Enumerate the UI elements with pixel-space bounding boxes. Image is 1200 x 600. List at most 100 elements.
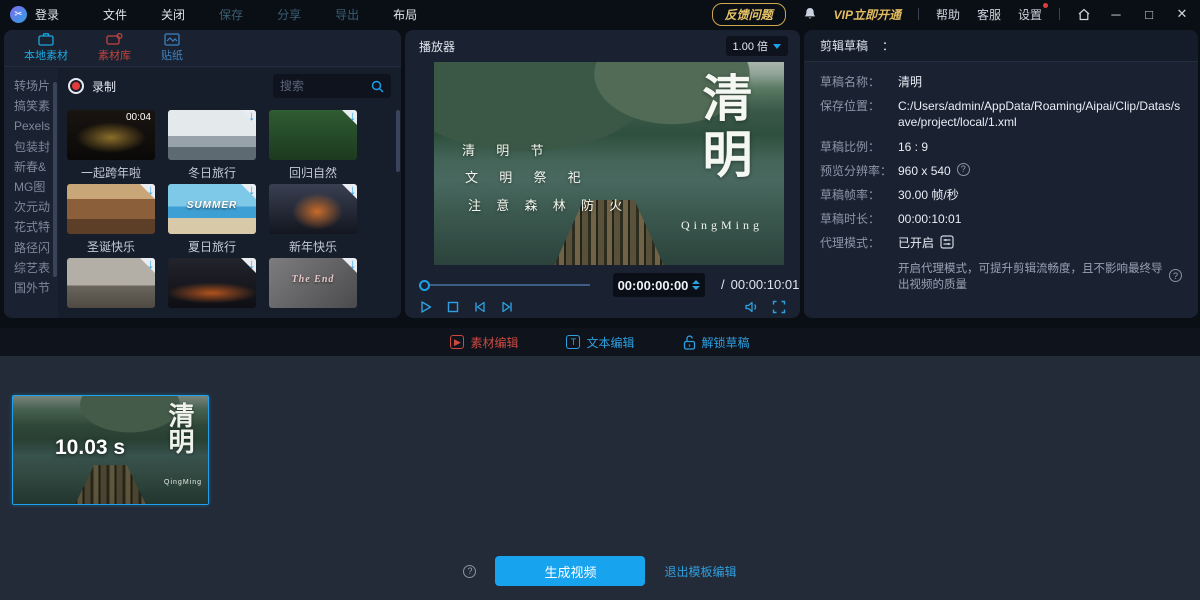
download-icon[interactable]: ↓ [350,258,357,271]
download-icon[interactable]: ↓ [148,184,155,197]
skip-to-end-button[interactable] [500,300,514,314]
template-card[interactable]: ↓ 圣诞快乐 [67,184,155,252]
template-thumbnail[interactable]: 00:04 [67,110,155,160]
category-newyear[interactable]: 新春& [4,157,58,177]
category-sidebar: 转场片 搞笑素 Pexels 包装封 新春& MG图 次元动 花式特 路径闪 综… [4,68,58,318]
menu-share[interactable]: 分享 [277,6,301,23]
help-icon[interactable]: ? [1169,269,1182,282]
download-icon[interactable]: ↓ [249,110,256,123]
category-variety[interactable]: 综艺表 [4,258,58,278]
vip-upgrade-button[interactable]: VIP立即开通 [834,6,901,23]
template-thumbnail[interactable]: The End↓ [269,258,357,308]
seek-bar[interactable]: 00:00:00:00 /00:00:10:01 [419,273,786,297]
notification-bell-icon[interactable] [803,7,817,21]
help-icon[interactable]: ? [463,565,476,578]
tab-stickers[interactable]: 贴纸 [161,33,183,63]
menu-file[interactable]: 文件 [103,6,127,23]
menu-save[interactable]: 保存 [219,6,243,23]
tab-text-edit[interactable]: T 文本编辑 [566,334,634,351]
tab-local-media[interactable]: 本地素材 [24,33,68,63]
category-transitions[interactable]: 转场片 [4,76,58,96]
template-thumbnail[interactable]: ↓ [269,184,357,234]
timeline-clip[interactable]: 清明 QingMing 10.03 s [12,395,209,505]
category-foreign[interactable]: 国外节 [4,278,58,298]
grid-scrollbar[interactable] [396,110,400,172]
template-card[interactable]: SUMMER↓ 夏日旅行 [168,184,256,252]
template-thumbnail[interactable]: ↓ [269,110,357,160]
category-funny[interactable]: 搞笑素 [4,96,58,116]
template-card[interactable]: ↓ 新年快乐 [269,184,357,252]
template-card[interactable]: ↓ 回归自然 [269,110,357,178]
stop-button[interactable] [446,300,460,314]
category-mg[interactable]: MG图 [4,177,58,197]
video-subtitle: QingMing [681,218,763,233]
settings-button[interactable]: 设置 [1018,6,1042,23]
close-button[interactable]: ✕ [1174,6,1190,22]
minimize-button[interactable]: ─ [1108,7,1124,22]
help-icon[interactable]: ? [957,163,970,176]
clip-subtitle: QingMing [164,479,202,486]
tab-unlock-draft[interactable]: 解锁草稿 [683,334,750,351]
seek-track[interactable] [430,284,590,286]
preview-resolution-row: 预览分辨率： 960 x 540? [820,163,1182,179]
search-box[interactable] [273,74,391,98]
time-stepper[interactable] [692,280,700,290]
category-anime[interactable]: 次元动 [4,197,58,217]
menu-layout[interactable]: 布局 [393,6,417,23]
video-overlay-text: 清 明 节 文 明 祭 祀 注 意 森 林 防 火 [462,137,628,219]
customer-service-button[interactable]: 客服 [977,6,1001,23]
download-icon[interactable]: ↓ [249,184,256,197]
maximize-button[interactable]: □ [1141,7,1157,22]
generate-video-button[interactable]: 生成视频 [495,556,645,586]
timeline-area: 清明 QingMing 10.03 s ? 生成视频 退出模板编辑 [0,356,1200,600]
category-effects[interactable]: 花式特 [4,217,58,237]
home-button-icon[interactable] [1077,8,1091,21]
draft-info-panel: 剪辑草稿 ： 草稿名称： 清明 保存位置： C:/Users/admin/App… [804,30,1198,318]
help-button[interactable]: 帮助 [936,6,960,23]
search-input[interactable] [280,79,371,93]
feedback-button[interactable]: 反馈问题 [712,3,786,26]
skip-to-start-button[interactable] [473,300,487,314]
download-icon[interactable]: ↓ [350,184,357,197]
proxy-mode-row: 代理模式： 已开启 [820,235,1182,251]
record-button[interactable]: 录制 [92,78,116,95]
video-preview[interactable]: 清 明 节 文 明 祭 祀 注 意 森 林 防 火 清明 QingMing [434,62,784,265]
total-duration: /00:00:10:01 [715,277,799,292]
download-icon[interactable]: ↓ [148,258,155,271]
menu-export[interactable]: 导出 [335,6,359,23]
play-button[interactable] [419,300,433,314]
login-button[interactable]: 登录 [35,6,59,23]
template-thumbnail[interactable]: ↓ [67,184,155,234]
category-packaging[interactable]: 包装封 [4,137,58,157]
current-time-field[interactable]: 00:00:00:00 [613,273,705,297]
clip-duration-label: 10.03 s [55,436,125,460]
template-thumbnail[interactable]: ↓ [67,258,155,308]
download-icon[interactable]: ↓ [249,258,256,271]
notification-dot [1043,3,1048,8]
proxy-settings-icon[interactable] [940,235,954,249]
category-pexels[interactable]: Pexels [4,116,58,136]
fullscreen-icon[interactable] [772,300,786,314]
template-card[interactable]: ↓ 冬日旅行 [168,110,256,178]
sidebar-scrollbar[interactable] [53,82,57,277]
record-icon[interactable] [68,78,84,94]
tab-material-library[interactable]: 素材库 [98,33,131,63]
template-card[interactable]: ↓ [168,258,256,318]
template-card[interactable]: 00:04 一起跨年啦 [67,110,155,178]
tab-material-edit[interactable]: ▶ 素材编辑 [450,334,518,351]
playback-speed-dropdown[interactable]: 1.00 倍 [726,36,788,56]
template-card[interactable]: ↓ [67,258,155,318]
menu-bar: 文件 关闭 保存 分享 导出 布局 [103,6,417,23]
download-icon[interactable]: ↓ [350,110,357,123]
template-card[interactable]: The End↓ [269,258,357,318]
template-thumbnail[interactable]: SUMMER↓ [168,184,256,234]
exit-template-edit-link[interactable]: 退出模板编辑 [664,563,736,580]
material-edit-icon: ▶ [450,335,464,349]
seek-handle[interactable] [419,280,430,291]
template-thumbnail[interactable]: ↓ [168,258,256,308]
template-thumbnail[interactable]: ↓ [168,110,256,160]
menu-close[interactable]: 关闭 [161,6,185,23]
category-path-flash[interactable]: 路径闪 [4,238,58,258]
divider [1059,8,1060,20]
volume-icon[interactable] [744,300,759,314]
